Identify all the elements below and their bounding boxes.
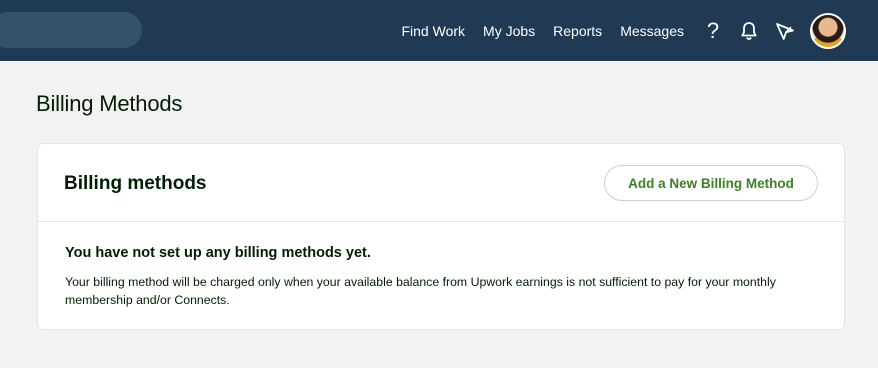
avatar[interactable]	[810, 12, 846, 49]
card-header: Billing methods Add a New Billing Method	[38, 144, 844, 222]
page-title: Billing Methods	[36, 91, 183, 116]
nav-reports[interactable]: Reports	[553, 23, 602, 39]
help-icon[interactable]: ?	[702, 19, 724, 42]
nav-messages[interactable]: Messages	[620, 23, 684, 39]
nav-find-work[interactable]: Find Work	[401, 23, 465, 39]
search-pill[interactable]	[0, 12, 142, 48]
nav-my-jobs[interactable]: My Jobs	[483, 23, 535, 39]
add-billing-method-button[interactable]: Add a New Billing Method	[604, 165, 818, 201]
top-nav-bar: Find Work My Jobs Reports Messages ?	[0, 0, 878, 61]
send-icon[interactable]	[774, 20, 796, 42]
card-title: Billing methods	[64, 173, 207, 194]
billing-methods-card: Billing methods Add a New Billing Method…	[37, 143, 845, 330]
empty-state-title: You have not set up any billing methods …	[65, 245, 371, 261]
bell-icon[interactable]	[738, 20, 760, 42]
nav-links: Find Work My Jobs Reports Messages ?	[401, 0, 846, 61]
empty-state-description: Your billing method will be charged only…	[65, 275, 776, 307]
